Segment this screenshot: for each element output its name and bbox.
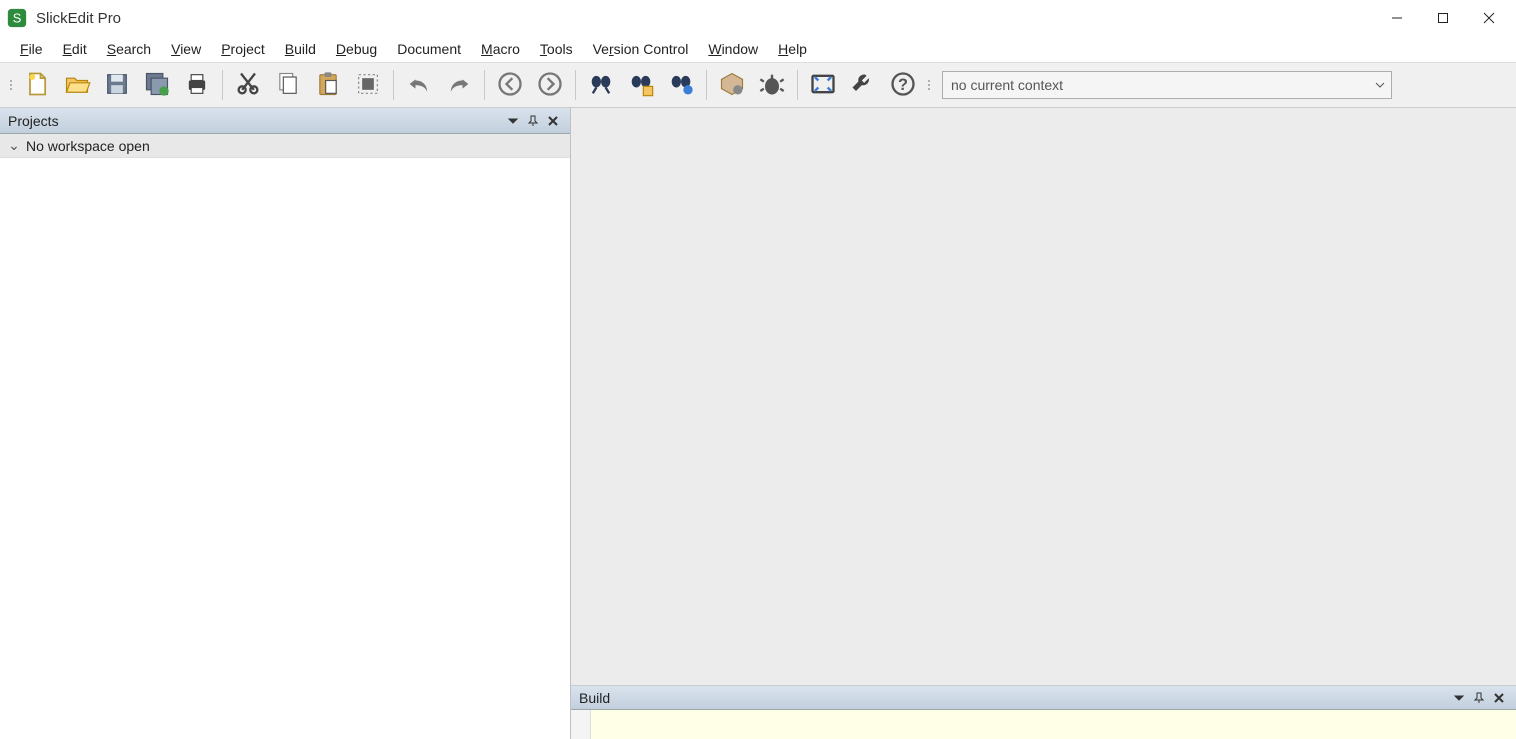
tree-root-label: No workspace open [26, 138, 150, 154]
find-button[interactable] [582, 66, 620, 104]
cut-icon [234, 70, 262, 101]
build-gutter [571, 710, 591, 739]
project-settings-button[interactable] [713, 66, 751, 104]
menu-macro[interactable]: Macro [471, 39, 530, 59]
maximize-button[interactable] [1420, 3, 1466, 33]
window-controls [1374, 3, 1512, 33]
new-file-button[interactable] [18, 66, 56, 104]
open-file-button[interactable] [58, 66, 96, 104]
toolbar: ? no current context [0, 62, 1516, 108]
select-all-icon [354, 70, 382, 101]
save-all-icon [143, 70, 171, 101]
find-in-files-icon [627, 70, 655, 101]
context-combo-text: no current context [951, 77, 1063, 93]
menu-debug[interactable]: Debug [326, 39, 387, 59]
projects-panel-title: Projects [8, 113, 59, 129]
tools-icon [849, 70, 877, 101]
save-icon [103, 70, 131, 101]
toolbar-grip[interactable] [8, 70, 14, 100]
toolbar-separator [797, 70, 798, 100]
help-icon: ? [889, 70, 917, 101]
nav-forward-icon [536, 70, 564, 101]
undo-icon [405, 70, 433, 101]
toolbar-separator [706, 70, 707, 100]
svg-text:?: ? [898, 75, 908, 93]
menu-window[interactable]: Window [698, 39, 768, 59]
panel-pin-button[interactable] [524, 112, 542, 130]
toolbar-separator [575, 70, 576, 100]
build-panel-header: Build [571, 686, 1516, 710]
menu-build[interactable]: Build [275, 39, 326, 59]
projects-panel-header: Projects [0, 108, 570, 134]
panel-menu-button[interactable] [504, 112, 522, 130]
context-combo[interactable]: no current context [942, 71, 1392, 99]
right-pane: Build [571, 108, 1516, 739]
replace-button[interactable] [662, 66, 700, 104]
menu-document[interactable]: Document [387, 39, 471, 59]
toolbar-separator [222, 70, 223, 100]
menu-edit[interactable]: Edit [53, 39, 97, 59]
project-settings-icon [718, 70, 746, 101]
new-file-icon [23, 70, 51, 101]
editor-area[interactable] [571, 108, 1516, 685]
save-button[interactable] [98, 66, 136, 104]
select-all-button[interactable] [349, 66, 387, 104]
app-icon: S [6, 7, 28, 29]
nav-forward-button[interactable] [531, 66, 569, 104]
redo-button[interactable] [440, 66, 478, 104]
build-panel: Build [571, 685, 1516, 739]
nav-back-button[interactable] [491, 66, 529, 104]
main-area: Projects ⌄ No workspace open Build [0, 108, 1516, 739]
build-output[interactable] [571, 710, 1516, 739]
toolbar-separator [393, 70, 394, 100]
replace-icon [667, 70, 695, 101]
menubar: FileEditSearchViewProjectBuildDebugDocum… [0, 36, 1516, 62]
projects-tree[interactable]: ⌄ No workspace open [0, 134, 570, 739]
tree-root-row[interactable]: ⌄ No workspace open [0, 134, 570, 158]
find-icon [587, 70, 615, 101]
projects-panel: Projects ⌄ No workspace open [0, 108, 571, 739]
print-icon [183, 70, 211, 101]
fullscreen-icon [809, 70, 837, 101]
fullscreen-button[interactable] [804, 66, 842, 104]
menu-view[interactable]: View [161, 39, 211, 59]
menu-file[interactable]: File [10, 39, 53, 59]
chevron-down-icon [1375, 77, 1385, 93]
open-file-icon [63, 70, 91, 101]
build-panel-title: Build [579, 690, 610, 706]
debug-start-button[interactable] [753, 66, 791, 104]
panel-pin-button[interactable] [1470, 689, 1488, 707]
tools-button[interactable] [844, 66, 882, 104]
app-title: SlickEdit Pro [36, 10, 121, 27]
panel-close-button[interactable] [1490, 689, 1508, 707]
paste-icon [314, 70, 342, 101]
menu-search[interactable]: Search [97, 39, 161, 59]
paste-button[interactable] [309, 66, 347, 104]
minimize-button[interactable] [1374, 3, 1420, 33]
titlebar: S SlickEdit Pro [0, 0, 1516, 36]
help-button[interactable]: ? [884, 66, 922, 104]
debug-start-icon [758, 70, 786, 101]
menu-help[interactable]: Help [768, 39, 817, 59]
toolbar-grip[interactable] [926, 70, 932, 100]
close-button[interactable] [1466, 3, 1512, 33]
expand-icon[interactable]: ⌄ [6, 137, 22, 154]
svg-text:S: S [13, 11, 22, 26]
redo-icon [445, 70, 473, 101]
copy-icon [274, 70, 302, 101]
nav-back-icon [496, 70, 524, 101]
undo-button[interactable] [400, 66, 438, 104]
cut-button[interactable] [229, 66, 267, 104]
panel-close-button[interactable] [544, 112, 562, 130]
copy-button[interactable] [269, 66, 307, 104]
menu-project[interactable]: Project [211, 39, 275, 59]
save-all-button[interactable] [138, 66, 176, 104]
build-text[interactable] [591, 710, 1516, 739]
panel-menu-button[interactable] [1450, 689, 1468, 707]
find-in-files-button[interactable] [622, 66, 660, 104]
print-button[interactable] [178, 66, 216, 104]
toolbar-separator [484, 70, 485, 100]
menu-tools[interactable]: Tools [530, 39, 583, 59]
menu-version-control[interactable]: Version Control [583, 39, 699, 59]
